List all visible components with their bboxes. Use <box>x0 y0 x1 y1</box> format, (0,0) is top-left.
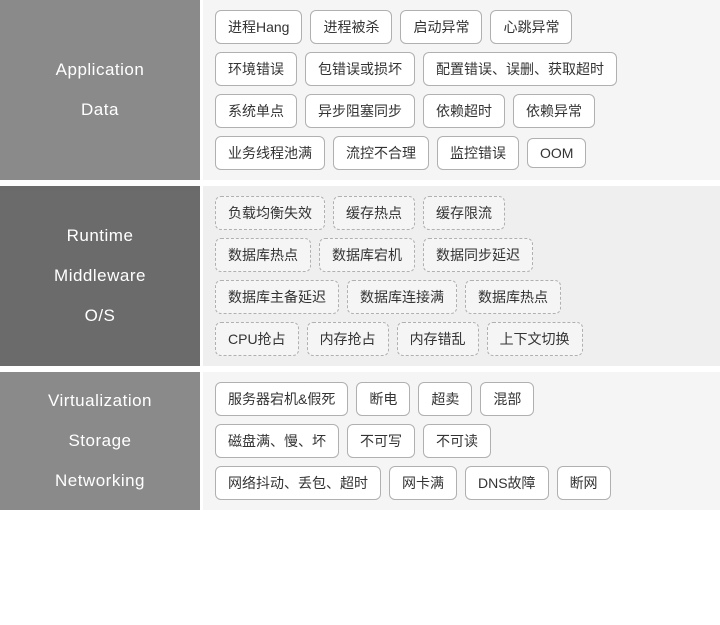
tag-shuju-tongbu: 数据同步延迟 <box>423 238 533 272</box>
label-col-app-data: Application Data <box>0 0 200 180</box>
content-col-virt-net: 服务器宕机&假死 断电 超卖 混部 磁盘满、慢、坏 不可写 不可读 网络抖动、丢… <box>200 372 720 510</box>
tag-chaomai: 超卖 <box>418 382 472 416</box>
label-application: Application <box>56 60 145 80</box>
tag-dns-guzhang: DNS故障 <box>465 466 549 500</box>
main-container: Application Data 进程Hang 进程被杀 启动异常 心跳异常 环… <box>0 0 720 510</box>
tag-buke-xie: 不可写 <box>347 424 415 458</box>
tag-row-10: 磁盘满、慢、坏 不可写 不可读 <box>215 424 708 458</box>
tag-yewu-xiancheng: 业务线程池满 <box>215 136 325 170</box>
tag-bao-cuowu: 包错误或损坏 <box>305 52 415 86</box>
tag-row-3: 系统单点 异步阻塞同步 依赖超时 依赖异常 <box>215 94 708 128</box>
tag-wangluo-doudong: 网络抖动、丢包、超时 <box>215 466 381 500</box>
content-col-runtime-os: 负载均衡失效 缓存热点 缓存限流 数据库热点 数据库宕机 数据同步延迟 数据库主… <box>200 186 720 366</box>
tag-row-1: 进程Hang 进程被杀 启动异常 心跳异常 <box>215 10 708 44</box>
tag-jincheng-hang: 进程Hang <box>215 10 302 44</box>
tag-cipan-man: 磁盘满、慢、坏 <box>215 424 339 458</box>
tag-buke-du: 不可读 <box>423 424 491 458</box>
tag-fuzai-junheng: 负载均衡失效 <box>215 196 325 230</box>
tag-neicun-qiangzhan: 内存抢占 <box>307 322 389 356</box>
tag-qidong-yichang: 启动异常 <box>400 10 482 44</box>
tag-fuwuqi-zongjuan: 服务器宕机&假死 <box>215 382 348 416</box>
tag-peizhi-cuowu: 配置错误、误删、获取超时 <box>423 52 617 86</box>
section-app-data: Application Data 进程Hang 进程被杀 启动异常 心跳异常 环… <box>0 0 720 183</box>
tag-cpu-qiangzhan: CPU抢占 <box>215 322 299 356</box>
tag-duandian: 断电 <box>356 382 410 416</box>
tag-row-4: 业务线程池满 流控不合理 监控错误 OOM <box>215 136 708 170</box>
label-data: Data <box>81 100 119 120</box>
tag-shujuku-redian: 数据库热点 <box>215 238 311 272</box>
tag-huancun-xianliu: 缓存限流 <box>423 196 505 230</box>
tag-row-5: 负载均衡失效 缓存热点 缓存限流 <box>215 196 708 230</box>
tag-jiankong-cuowu: 监控错误 <box>437 136 519 170</box>
label-virtualization: Virtualization <box>48 391 152 411</box>
tag-huanjing-cuowu: 环境错误 <box>215 52 297 86</box>
label-middleware: Middleware <box>54 266 146 286</box>
label-col-virt-net: Virtualization Storage Networking <box>0 372 200 510</box>
tag-row-6: 数据库热点 数据库宕机 数据同步延迟 <box>215 238 708 272</box>
tag-xitong-dandian: 系统单点 <box>215 94 297 128</box>
tag-hunbu: 混部 <box>480 382 534 416</box>
section-virt-net: Virtualization Storage Networking 服务器宕机&… <box>0 372 720 510</box>
tag-yilai-yichang: 依赖异常 <box>513 94 595 128</box>
content-col-app-data: 进程Hang 进程被杀 启动异常 心跳异常 环境错误 包错误或损坏 配置错误、误… <box>200 0 720 180</box>
tag-xintiao-yichang: 心跳异常 <box>490 10 572 44</box>
label-runtime: Runtime <box>67 226 134 246</box>
tag-jincheng-sha: 进程被杀 <box>310 10 392 44</box>
tag-liukong-buheli: 流控不合理 <box>333 136 429 170</box>
tag-row-7: 数据库主备延迟 数据库连接满 数据库热点 <box>215 280 708 314</box>
tag-row-8: CPU抢占 内存抢占 内存错乱 上下文切换 <box>215 322 708 356</box>
label-networking: Networking <box>55 471 145 491</box>
label-col-runtime-os: Runtime Middleware O/S <box>0 186 200 366</box>
tag-neicun-cuoluan: 内存错乱 <box>397 322 479 356</box>
tag-huancun-redian: 缓存热点 <box>333 196 415 230</box>
label-os: O/S <box>85 306 116 326</box>
tag-shangxia-wenqiehan: 上下文切换 <box>487 322 583 356</box>
tag-shujuku-redian2: 数据库热点 <box>465 280 561 314</box>
tag-row-9: 服务器宕机&假死 断电 超卖 混部 <box>215 382 708 416</box>
tag-shujuku-lianjie: 数据库连接满 <box>347 280 457 314</box>
tag-row-11: 网络抖动、丢包、超时 网卡满 DNS故障 断网 <box>215 466 708 500</box>
tag-wangka-man: 网卡满 <box>389 466 457 500</box>
label-storage: Storage <box>68 431 131 451</box>
tag-oom: OOM <box>527 138 586 168</box>
section-runtime-os: Runtime Middleware O/S 负载均衡失效 缓存热点 缓存限流 … <box>0 186 720 369</box>
tag-row-2: 环境错误 包错误或损坏 配置错误、误删、获取超时 <box>215 52 708 86</box>
tag-shujuku-zhubei: 数据库主备延迟 <box>215 280 339 314</box>
tag-yilai-chaoshi: 依赖超时 <box>423 94 505 128</box>
tag-shujuku-zongjuan: 数据库宕机 <box>319 238 415 272</box>
tag-duanwang: 断网 <box>557 466 611 500</box>
tag-yibu-zuse: 异步阻塞同步 <box>305 94 415 128</box>
